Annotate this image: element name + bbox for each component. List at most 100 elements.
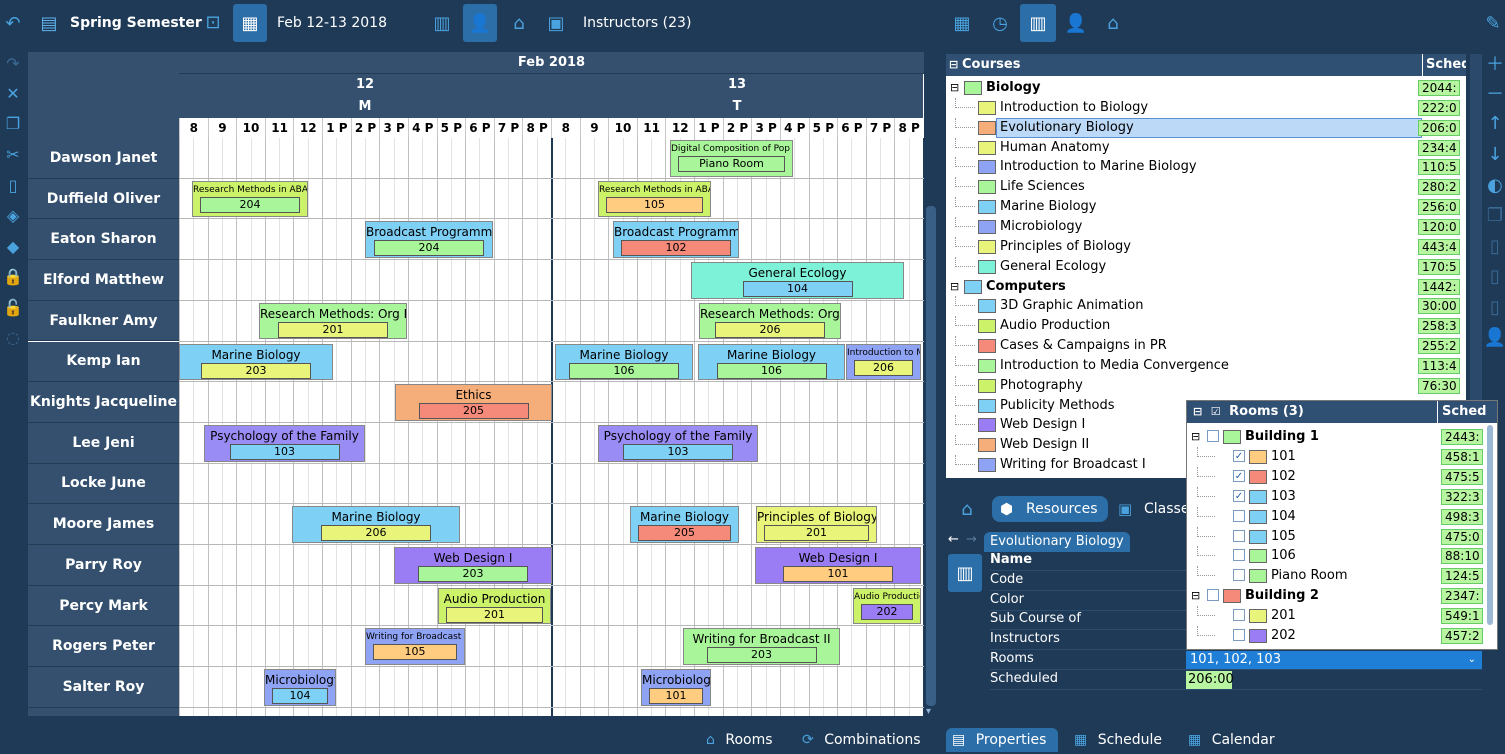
instructor-row-label[interactable]: Duffield Oliver bbox=[28, 178, 179, 220]
person-icon[interactable]: 👤 bbox=[1061, 8, 1091, 38]
expand-collapse-icon[interactable]: ⊟ bbox=[950, 78, 959, 98]
room-checkbox[interactable] bbox=[1233, 609, 1245, 622]
instructor-row-label[interactable]: Rogers Peter bbox=[28, 626, 179, 668]
schedule-event[interactable]: Digital Composition of Pop Mu Piano Room bbox=[670, 140, 793, 177]
rooms-value-select[interactable]: 101, 102, 103 ⌄ bbox=[1186, 651, 1482, 669]
edit-icon[interactable]: ✎ bbox=[1482, 10, 1504, 36]
room-tree-item[interactable]: 106 88:10 bbox=[1187, 546, 1497, 566]
user-icon[interactable]: 👤 bbox=[1484, 326, 1505, 348]
room-tree-item[interactable]: ⊟ Building 2 2347: bbox=[1187, 586, 1497, 606]
calendar-search-icon[interactable]: ⊡ bbox=[198, 6, 228, 38]
course-tree-item[interactable]: 3D Graphic Animation 30:00 bbox=[946, 296, 1466, 316]
room-checkbox[interactable] bbox=[1233, 549, 1245, 562]
instructor-row-label[interactable]: Percy Mark bbox=[28, 585, 179, 627]
instructor-row-label[interactable]: Lee Jeni bbox=[28, 422, 179, 464]
course-tree-item[interactable]: General Ecology 170:5 bbox=[946, 256, 1466, 277]
shield-icon[interactable]: ◈ bbox=[2, 204, 24, 226]
schedule-event[interactable]: Marine Biology 106 bbox=[698, 343, 845, 381]
room-checkbox[interactable] bbox=[1233, 529, 1245, 542]
clipboard-disabled-icon[interactable]: ▯ bbox=[1484, 235, 1505, 257]
unlock-icon[interactable]: 🔓 bbox=[2, 296, 24, 318]
clipboard-disabled-icon-3[interactable]: ▯ bbox=[1484, 296, 1505, 318]
instructor-row-label[interactable]: Eaton Sharon bbox=[28, 219, 179, 261]
bottom-tab-schedule[interactable]: ▦ Schedule bbox=[1074, 728, 1162, 752]
course-tree-item[interactable]: Introduction to Marine Biology 110:5 bbox=[946, 157, 1466, 177]
room-checkbox[interactable] bbox=[1233, 569, 1245, 582]
clipboard-disabled-icon-2[interactable]: ▯ bbox=[1484, 265, 1505, 287]
expand-collapse-icon[interactable]: ⊟ bbox=[1191, 586, 1200, 606]
schedule-event[interactable]: Marine Biology 205 bbox=[630, 506, 739, 543]
instructor-row-label[interactable]: Knights Jacqueline bbox=[28, 382, 179, 423]
instructor-row-label[interactable]: Parry Roy bbox=[28, 545, 179, 586]
instructor-icon[interactable]: 👤 bbox=[463, 4, 497, 42]
schedule-event[interactable]: Ethics 205 bbox=[395, 384, 552, 421]
redo-icon[interactable]: ↷ bbox=[2, 52, 24, 74]
schedule-event[interactable]: Introduction to M 206 bbox=[846, 343, 921, 381]
schedule-event[interactable]: Research Methods in ABA 105 bbox=[598, 180, 711, 218]
course-tree-item[interactable]: Principles of Biology 443:4 bbox=[946, 236, 1466, 257]
calendar-icon[interactable]: ▦ bbox=[233, 4, 267, 42]
minus-icon[interactable]: － bbox=[1484, 82, 1505, 105]
book-tab-icon[interactable]: ▥ bbox=[1020, 4, 1056, 42]
copy-disabled-icon[interactable]: ❐ bbox=[1484, 204, 1505, 226]
rooms-collapse-icon[interactable]: ⊟ bbox=[1193, 405, 1202, 418]
expand-collapse-icon[interactable]: ⊟ bbox=[1191, 427, 1200, 447]
schedule-event[interactable]: Microbiology 104 bbox=[264, 669, 336, 706]
course-tree-item[interactable]: Cases & Campaigns in PR 255:2 bbox=[946, 336, 1466, 356]
grid-scroll-down[interactable]: ▾ bbox=[926, 706, 931, 717]
book-icon[interactable]: ▥ bbox=[427, 8, 457, 38]
schedule-event[interactable]: Marine Biology 203 bbox=[179, 343, 333, 381]
schedule-event[interactable]: Broadcast Programming102 bbox=[613, 221, 739, 259]
forward-icon[interactable]: → bbox=[966, 532, 977, 547]
room-tree-item[interactable]: ✓ 102 475:5 bbox=[1187, 466, 1497, 487]
schedule-event[interactable]: Psychology of the Family 103 bbox=[598, 424, 758, 462]
course-tree-item[interactable]: Photography 76:30 bbox=[946, 375, 1466, 396]
instructor-row-label[interactable]: Moore James bbox=[28, 504, 179, 545]
room-tree-item[interactable]: Piano Room 124:5 bbox=[1187, 566, 1497, 586]
building-icon[interactable]: ⌂ bbox=[504, 8, 534, 38]
undo-icon[interactable]: ↶ bbox=[2, 12, 24, 34]
delete-icon[interactable]: ✕ bbox=[2, 82, 24, 104]
expand-collapse-icon[interactable]: ⊟ bbox=[950, 277, 959, 297]
collapse-icon[interactable]: ⊟ bbox=[949, 54, 958, 76]
room-checkbox[interactable]: ✓ bbox=[1233, 489, 1245, 502]
bottom-tab-combinations[interactable]: ⟳ Combinations bbox=[802, 728, 921, 752]
room-checkbox[interactable]: ✓ bbox=[1233, 449, 1245, 462]
room-tree-item[interactable]: 105 475:0 bbox=[1187, 526, 1497, 547]
course-tree-item[interactable]: Introduction to Media Convergence 113:4 bbox=[946, 355, 1466, 376]
schedule-event[interactable]: General Ecology 104 bbox=[691, 262, 904, 299]
schedule-event[interactable]: Research Methods in ABA 204 bbox=[192, 180, 308, 218]
add-icon[interactable]: ＋ bbox=[1484, 52, 1505, 75]
schedule-event[interactable]: Microbiology101 bbox=[641, 669, 711, 706]
instructor-row-label[interactable]: Locke June bbox=[28, 463, 179, 505]
schedule-event[interactable]: Principles of Biology 201 bbox=[756, 506, 877, 543]
instructor-row-label[interactable]: Kemp Ian bbox=[28, 341, 179, 383]
schedule-event[interactable]: Writing for Broadcast I 105 bbox=[365, 628, 465, 666]
arrow-up-icon[interactable]: ↑ bbox=[1484, 112, 1505, 134]
building-tab-icon[interactable]: ⌂ bbox=[956, 498, 978, 520]
instructor-row-label[interactable]: Faulkner Amy bbox=[28, 300, 179, 342]
semester-icon[interactable]: ▤ bbox=[34, 8, 64, 38]
schedule-event[interactable]: Audio Production 201 bbox=[438, 587, 551, 625]
room-checkbox[interactable] bbox=[1233, 629, 1245, 641]
course-tree-item[interactable]: Audio Production 258:3 bbox=[946, 316, 1466, 336]
room-checkbox[interactable]: ✓ bbox=[1233, 469, 1245, 482]
refresh-icon[interactable]: ◌ bbox=[2, 326, 24, 348]
class-icon[interactable]: ▣ bbox=[541, 8, 571, 38]
room-tree-item[interactable]: 201 549:1 bbox=[1187, 606, 1497, 626]
bottom-tab-properties[interactable]: ▤ Properties bbox=[946, 728, 1058, 752]
lock-icon[interactable]: 🔒 bbox=[2, 265, 24, 287]
room-tree-item[interactable]: ✓ 103 322:3 bbox=[1187, 486, 1497, 507]
grid-calendar-icon[interactable]: ▦ bbox=[947, 8, 977, 38]
course-tree-item[interactable]: ⊟ Biology 2044: bbox=[946, 78, 1466, 98]
room-checkbox[interactable] bbox=[1233, 509, 1245, 522]
schedule-event[interactable]: Broadcast Programming204 bbox=[365, 221, 493, 259]
clock-icon[interactable]: ◷ bbox=[985, 8, 1015, 38]
room-tree-item[interactable]: 202 457:2 bbox=[1187, 626, 1497, 646]
rooms-check-all[interactable]: ☑ bbox=[1211, 405, 1221, 418]
grid-scrollbar[interactable] bbox=[926, 206, 936, 706]
instructor-row-label[interactable]: Salter Roy bbox=[28, 667, 179, 708]
course-tree-item[interactable]: Human Anatomy 234:4 bbox=[946, 137, 1466, 158]
schedule-event[interactable]: Research Methods: Org Psy206 bbox=[699, 302, 841, 340]
schedule-event[interactable]: Audio Production202 bbox=[853, 587, 921, 625]
